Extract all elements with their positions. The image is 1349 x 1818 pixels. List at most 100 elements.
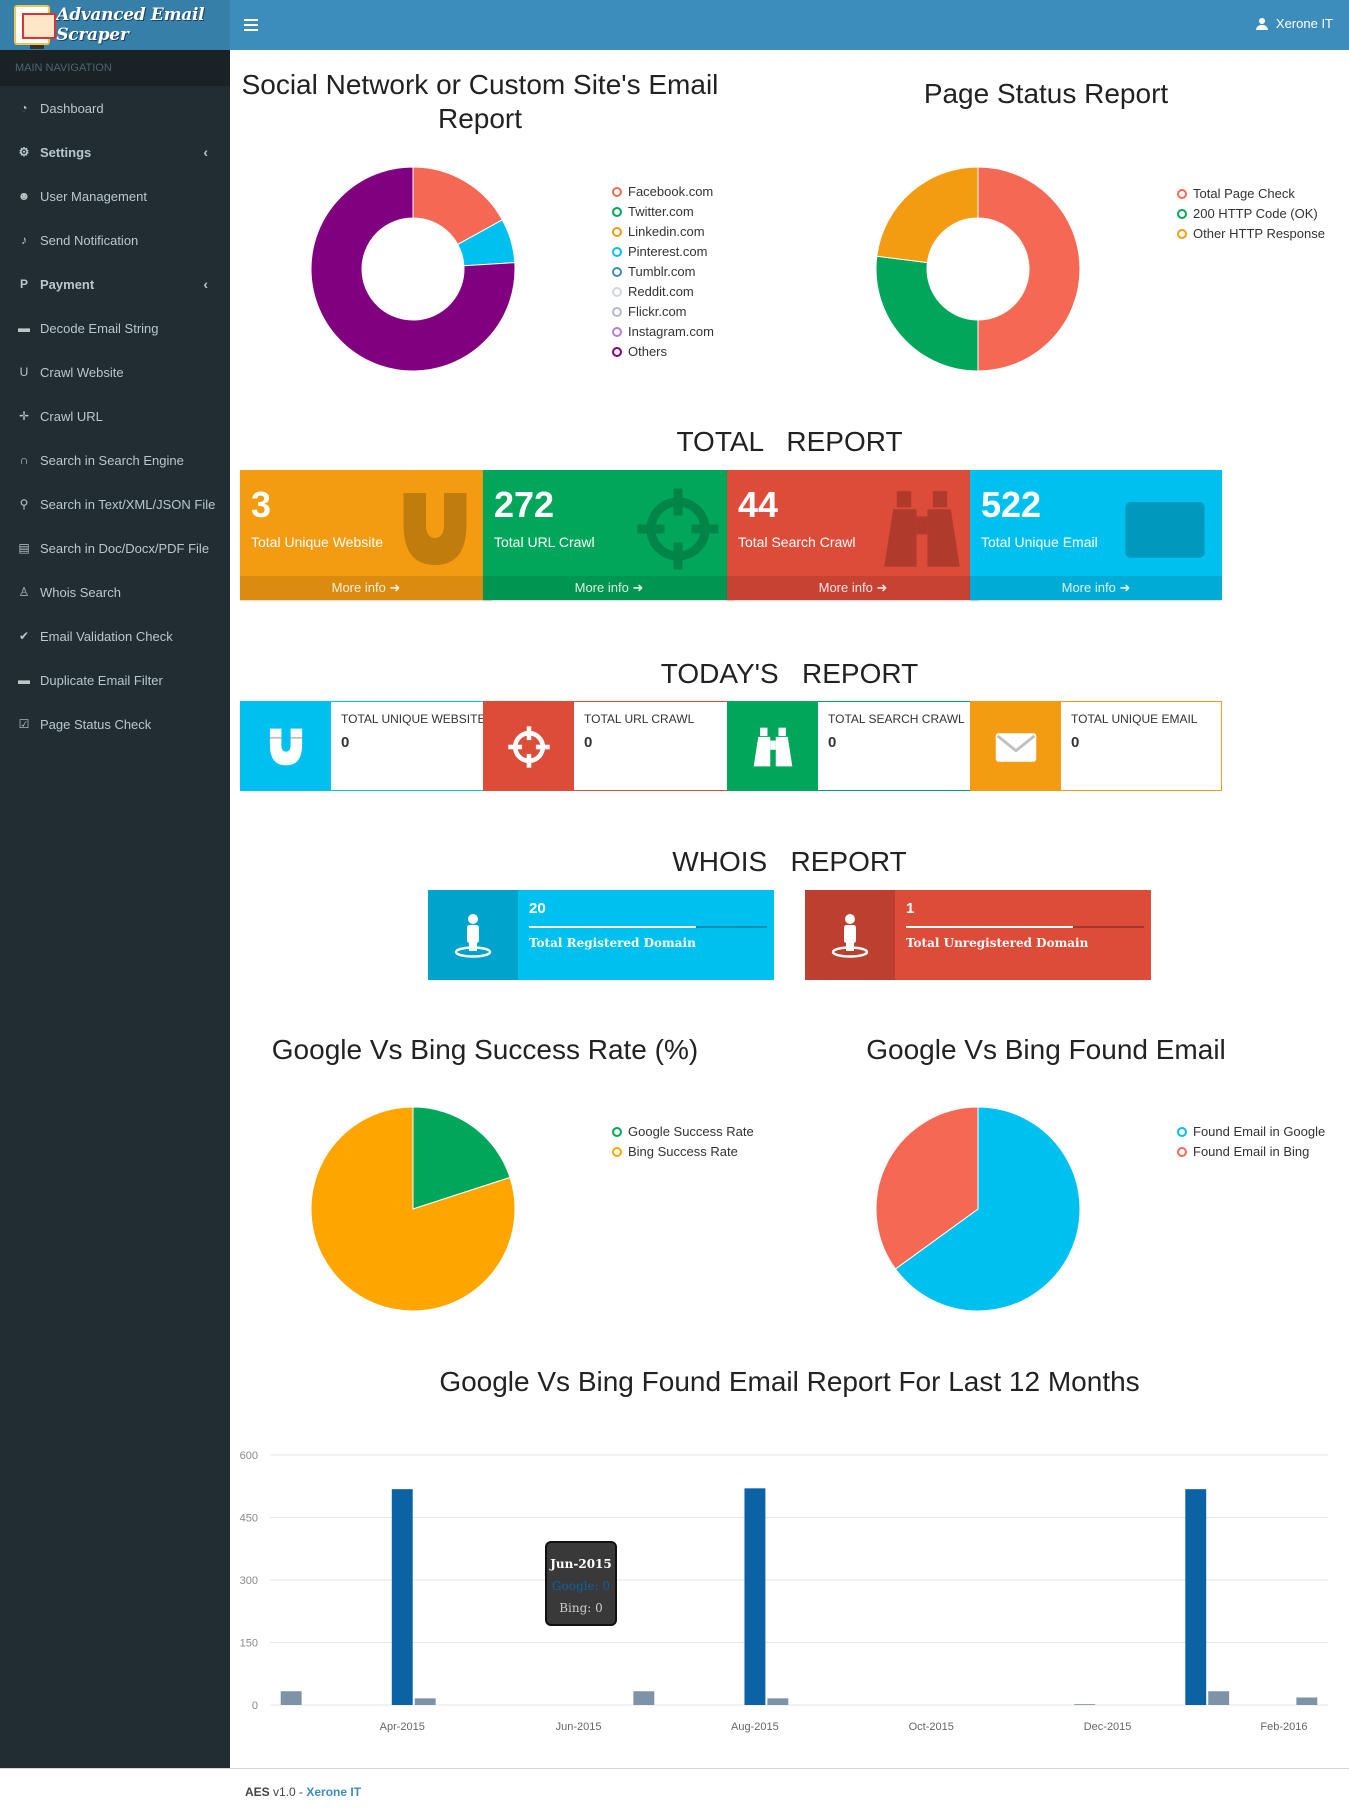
sidebar-item-label: Send Notification	[40, 232, 139, 248]
total-report-label: Total URL Crawl	[494, 534, 595, 550]
sidebar-item-crawl-url[interactable]: ✛ Crawl URL	[0, 394, 230, 438]
bar-mar-2015[interactable]	[280, 1691, 302, 1705]
legend-circle-icon	[1177, 189, 1187, 199]
legend-item: Twitter.com	[612, 202, 714, 222]
bar-aug-2015[interactable]	[744, 1488, 766, 1705]
sidebar-item-whois-search[interactable]: ♙ Whois Search	[0, 570, 230, 614]
legend-item: Other HTTP Response	[1177, 224, 1325, 244]
found-email-chart-legend: Found Email in Google Found Email in Bing	[1177, 1122, 1325, 1162]
legend-label: Twitter.com	[628, 204, 694, 219]
today-report-card: TOTAL URL CRAWL 0	[483, 701, 735, 791]
whois-value: 20	[529, 900, 546, 917]
sidebar-item-label: Settings	[40, 144, 92, 160]
cogs-icon: ⚙	[18, 145, 30, 159]
sidebar-item-decode-email-string[interactable]: ▬ Decode Email String	[0, 306, 230, 350]
chevron-left-icon: ‹	[203, 144, 208, 160]
sidebar-item-send-notification[interactable]: ♪ Send Notification	[0, 218, 230, 262]
bar-apr-2015[interactable]	[391, 1489, 413, 1705]
more-info-label: More info	[818, 580, 873, 595]
bar-apr-2015[interactable]	[414, 1698, 436, 1705]
crosshairs-icon	[637, 488, 719, 570]
social-doughnut-chart	[310, 166, 516, 372]
paypal-icon: P	[19, 277, 28, 291]
magnet-icon: U	[19, 365, 29, 379]
legend-label: Other HTTP Response	[1193, 226, 1325, 241]
arrow-circle-right-icon: ➜	[876, 580, 888, 595]
legend-item: 200 HTTP Code (OK)	[1177, 204, 1325, 224]
footer: AES v1.0 - Xerone IT	[0, 1768, 1349, 1818]
pie-slice-200-http-code-ok[interactable]	[875, 255, 979, 372]
street-view-icon: ♙	[18, 585, 30, 599]
total-report-heading: TOTAL REPORT	[676, 426, 903, 457]
today-report-label: TOTAL URL CRAWL	[584, 712, 695, 726]
pie-slice-total-page-check[interactable]	[977, 166, 1081, 372]
legend-circle-icon	[612, 187, 622, 197]
today-report-card: TOTAL UNIQUE WEBSITE 0	[240, 701, 492, 791]
chevron-left-icon: ‹	[203, 276, 208, 292]
sidebar-item-search-in-text-xml-json-file[interactable]: ⚲ Search in Text/XML/JSON File	[0, 482, 230, 526]
whois-report-card: 20 Total Registered Domain	[428, 890, 774, 980]
bar-jul-2015[interactable]	[633, 1691, 655, 1705]
footer-version-num: v1.0 -	[269, 1785, 307, 1799]
success-rate-chart-legend: Google Success Rate Bing Success Rate	[612, 1122, 754, 1162]
legend-label: Linkedin.com	[628, 224, 705, 239]
legend-item: Found Email in Google	[1177, 1122, 1325, 1142]
today-report-value: 0	[341, 734, 350, 751]
binoculars-icon: ∩	[19, 453, 29, 467]
user-menu[interactable]: Xerone IT	[1255, 16, 1333, 31]
sidebar-item-search-in-search-engine[interactable]: ∩ Search in Search Engine	[0, 438, 230, 482]
sidebar-item-page-status-check[interactable]: ☑ Page Status Check	[0, 702, 230, 746]
footer-brand-link[interactable]: Xerone IT	[306, 1785, 361, 1799]
more-info-label: More info	[331, 580, 386, 595]
more-info-link[interactable]: More info ➜	[240, 576, 492, 600]
logo-text: Advanced Email Scraper	[56, 5, 205, 45]
sidebar-toggle-button[interactable]	[238, 12, 264, 38]
sidebar-item-settings[interactable]: ⚙ Settings ‹	[0, 130, 230, 174]
total-report-value: 3	[251, 484, 272, 525]
legend-label: Bing Success Rate	[628, 1144, 738, 1159]
success-rate-pie-chart	[310, 1106, 516, 1312]
logo[interactable]: Advanced Email Scraper	[0, 0, 230, 50]
x-tick-label: Aug-2015	[731, 1721, 779, 1733]
more-info-link[interactable]: More info ➜	[970, 576, 1222, 600]
minus-square-icon: ▬	[18, 673, 30, 687]
legend-item: Flickr.com	[612, 302, 714, 322]
today-report-icon-box	[971, 702, 1061, 790]
pie-slice-other-http-response[interactable]	[876, 166, 979, 264]
arrow-circle-right-icon: ➜	[389, 580, 401, 595]
legend-item: Bing Success Rate	[612, 1142, 754, 1162]
crosshairs-icon: ✛	[18, 409, 30, 423]
user-name: Xerone IT	[1275, 16, 1333, 31]
social-chart-title-line2: Report	[437, 103, 523, 134]
more-info-link[interactable]: More info ➜	[727, 576, 979, 600]
bar-feb-2016[interactable]	[1296, 1697, 1318, 1706]
legend-label: Reddit.com	[628, 284, 694, 299]
sidebar-item-search-in-doc-docx-pdf-file[interactable]: ▤ Search in Doc/Docx/PDF File	[0, 526, 230, 570]
sidebar-item-label: Search in Doc/Docx/PDF File	[40, 540, 210, 556]
today-report-icon-box	[241, 702, 331, 790]
sidebar-item-dashboard[interactable]: ◔ Dashboard	[0, 86, 230, 130]
sidebar-menu: ◔ Dashboard ⚙ Settings ‹ ☻ User Management ♪ Sen…	[0, 86, 230, 746]
bar-dec-2015[interactable]	[1074, 1704, 1096, 1705]
legend-item: Google Success Rate	[612, 1122, 754, 1142]
sidebar-item-email-validation-check[interactable]: ✔ Email Validation Check	[0, 614, 230, 658]
whois-report-card: 1 Total Unregistered Domain	[805, 890, 1151, 980]
sidebar-item-crawl-website[interactable]: U Crawl Website	[0, 350, 230, 394]
bar-jan-2016[interactable]	[1208, 1691, 1230, 1705]
legend-circle-icon	[612, 287, 622, 297]
more-info-link[interactable]: More info ➜	[483, 576, 735, 600]
legend-label: Flickr.com	[628, 304, 687, 319]
dashboard-icon: ◔	[20, 101, 28, 115]
user-icon	[1255, 17, 1268, 30]
envelope-icon	[1125, 502, 1205, 558]
check-icon: ✔	[18, 629, 30, 643]
whois-progress-bar	[529, 926, 767, 928]
sidebar-item-duplicate-email-filter[interactable]: ▬ Duplicate Email Filter	[0, 658, 230, 702]
bar-aug-2015[interactable]	[767, 1698, 789, 1705]
x-tick-label: Jun-2015	[556, 1721, 602, 1733]
bar-jan-2016[interactable]	[1185, 1489, 1207, 1705]
sidebar-item-payment[interactable]: P Payment ‹	[0, 262, 230, 306]
legend-circle-icon	[1177, 1127, 1187, 1137]
sidebar-item-user-management[interactable]: ☻ User Management	[0, 174, 230, 218]
legend-circle-icon	[1177, 1147, 1187, 1157]
